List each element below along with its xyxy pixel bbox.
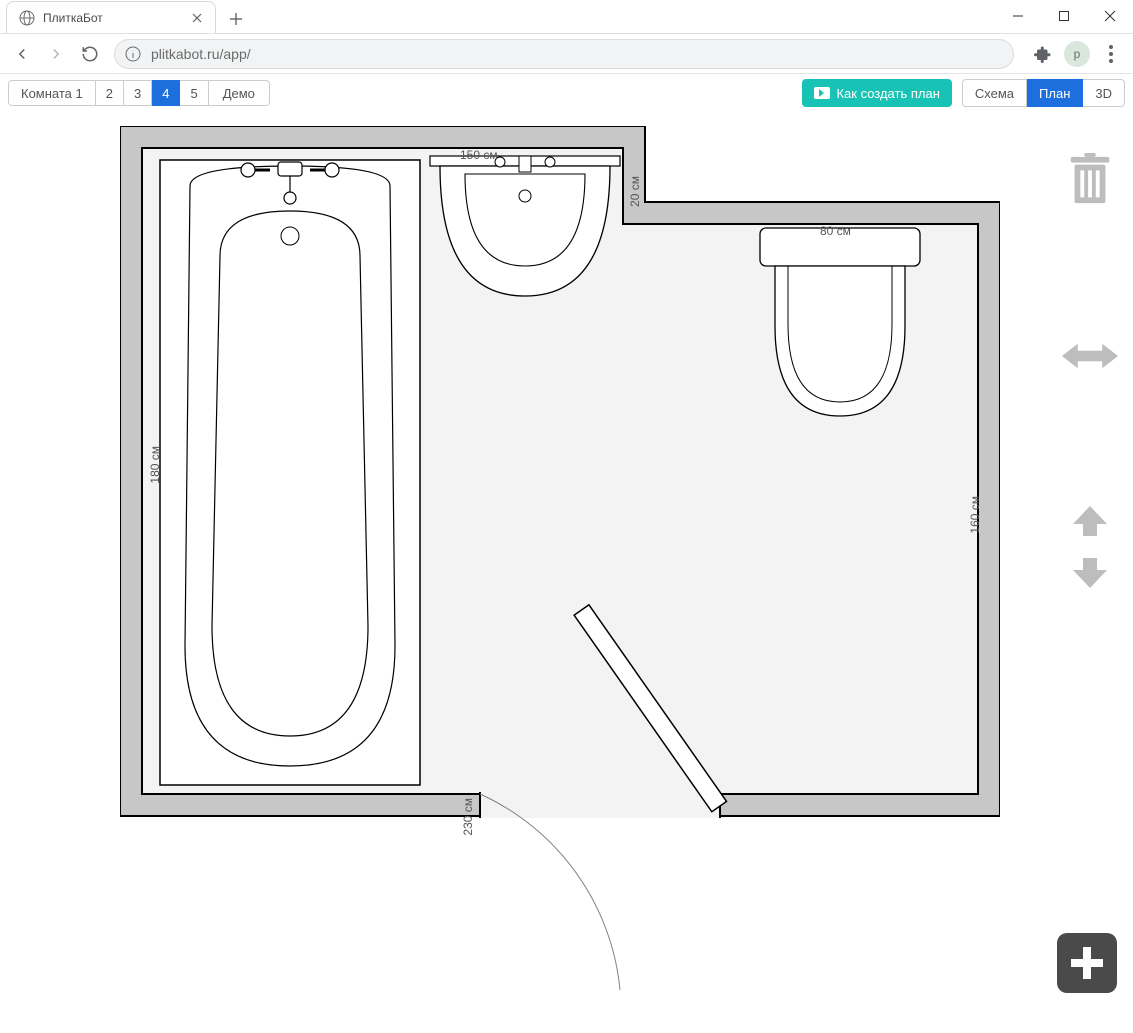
site-info-icon[interactable] <box>125 46 141 62</box>
plan-canvas[interactable]: 150 см 20 см 80 см 160 см 180 см 230 см <box>0 112 1133 1033</box>
dim-bottom: 230 см <box>461 798 475 836</box>
add-button[interactable] <box>1057 933 1117 993</box>
nav-back-button[interactable] <box>8 40 36 68</box>
browser-menu-button[interactable] <box>1097 40 1125 68</box>
move-down-button[interactable] <box>1062 556 1118 590</box>
howto-label: Как создать план <box>836 86 939 101</box>
room-tab-1[interactable]: Комната 1 <box>8 80 96 106</box>
url-text: plitkabot.ru/app/ <box>151 46 251 62</box>
dim-notch-width: 80 см <box>820 224 851 238</box>
window-titlebar: ПлиткаБот <box>0 0 1133 34</box>
room-tab-4[interactable]: 4 <box>152 80 180 106</box>
dim-top: 150 см <box>460 148 498 162</box>
window-maximize-button[interactable] <box>1041 0 1087 32</box>
room-tab-demo[interactable]: Демо <box>209 80 270 106</box>
room-tab-3[interactable]: 3 <box>124 80 152 106</box>
address-bar[interactable]: plitkabot.ru/app/ <box>114 39 1014 69</box>
globe-icon <box>19 10 35 26</box>
view-plan-button[interactable]: План <box>1027 79 1083 107</box>
new-tab-button[interactable] <box>222 5 250 33</box>
trash-button[interactable] <box>1062 152 1118 208</box>
horizontal-resize-button[interactable] <box>1062 328 1118 384</box>
window-controls <box>995 0 1133 32</box>
room-tab-5[interactable]: 5 <box>180 80 208 106</box>
floorplan-svg <box>120 126 1000 1026</box>
floorplan[interactable]: 150 см 20 см 80 см 160 см 180 см 230 см <box>120 126 1000 886</box>
browser-tab-title: ПлиткаБот <box>43 11 103 25</box>
dim-left: 180 см <box>148 446 162 484</box>
room-tabs: Комната 1 2 3 4 5 Демо <box>8 80 270 106</box>
profile-avatar-button[interactable]: р <box>1063 40 1091 68</box>
window-close-button[interactable] <box>1087 0 1133 32</box>
window-minimize-button[interactable] <box>995 0 1041 32</box>
avatar-initial: р <box>1064 41 1090 67</box>
browser-toolbar: plitkabot.ru/app/ р <box>0 34 1133 74</box>
dim-right: 160 см <box>968 496 982 534</box>
tab-close-button[interactable] <box>189 10 205 26</box>
nav-reload-button[interactable] <box>76 40 104 68</box>
nav-forward-button[interactable] <box>42 40 70 68</box>
dim-notch-height: 20 см <box>628 176 642 207</box>
howto-button[interactable]: Как создать план <box>802 79 951 107</box>
move-up-button[interactable] <box>1062 504 1118 538</box>
browser-tabstrip: ПлиткаБот <box>0 0 250 34</box>
side-toolbar <box>1055 152 1125 590</box>
browser-tab[interactable]: ПлиткаБот <box>6 1 216 33</box>
room-tab-2[interactable]: 2 <box>96 80 124 106</box>
app-toolbar: Комната 1 2 3 4 5 Демо Как создать план … <box>0 74 1133 112</box>
view-schema-button[interactable]: Схема <box>962 79 1027 107</box>
bathtub-fixture <box>160 160 420 785</box>
play-icon <box>814 87 830 99</box>
extensions-button[interactable] <box>1029 40 1057 68</box>
view-3d-button[interactable]: 3D <box>1083 79 1125 107</box>
view-toggle: Схема План 3D <box>962 79 1125 107</box>
